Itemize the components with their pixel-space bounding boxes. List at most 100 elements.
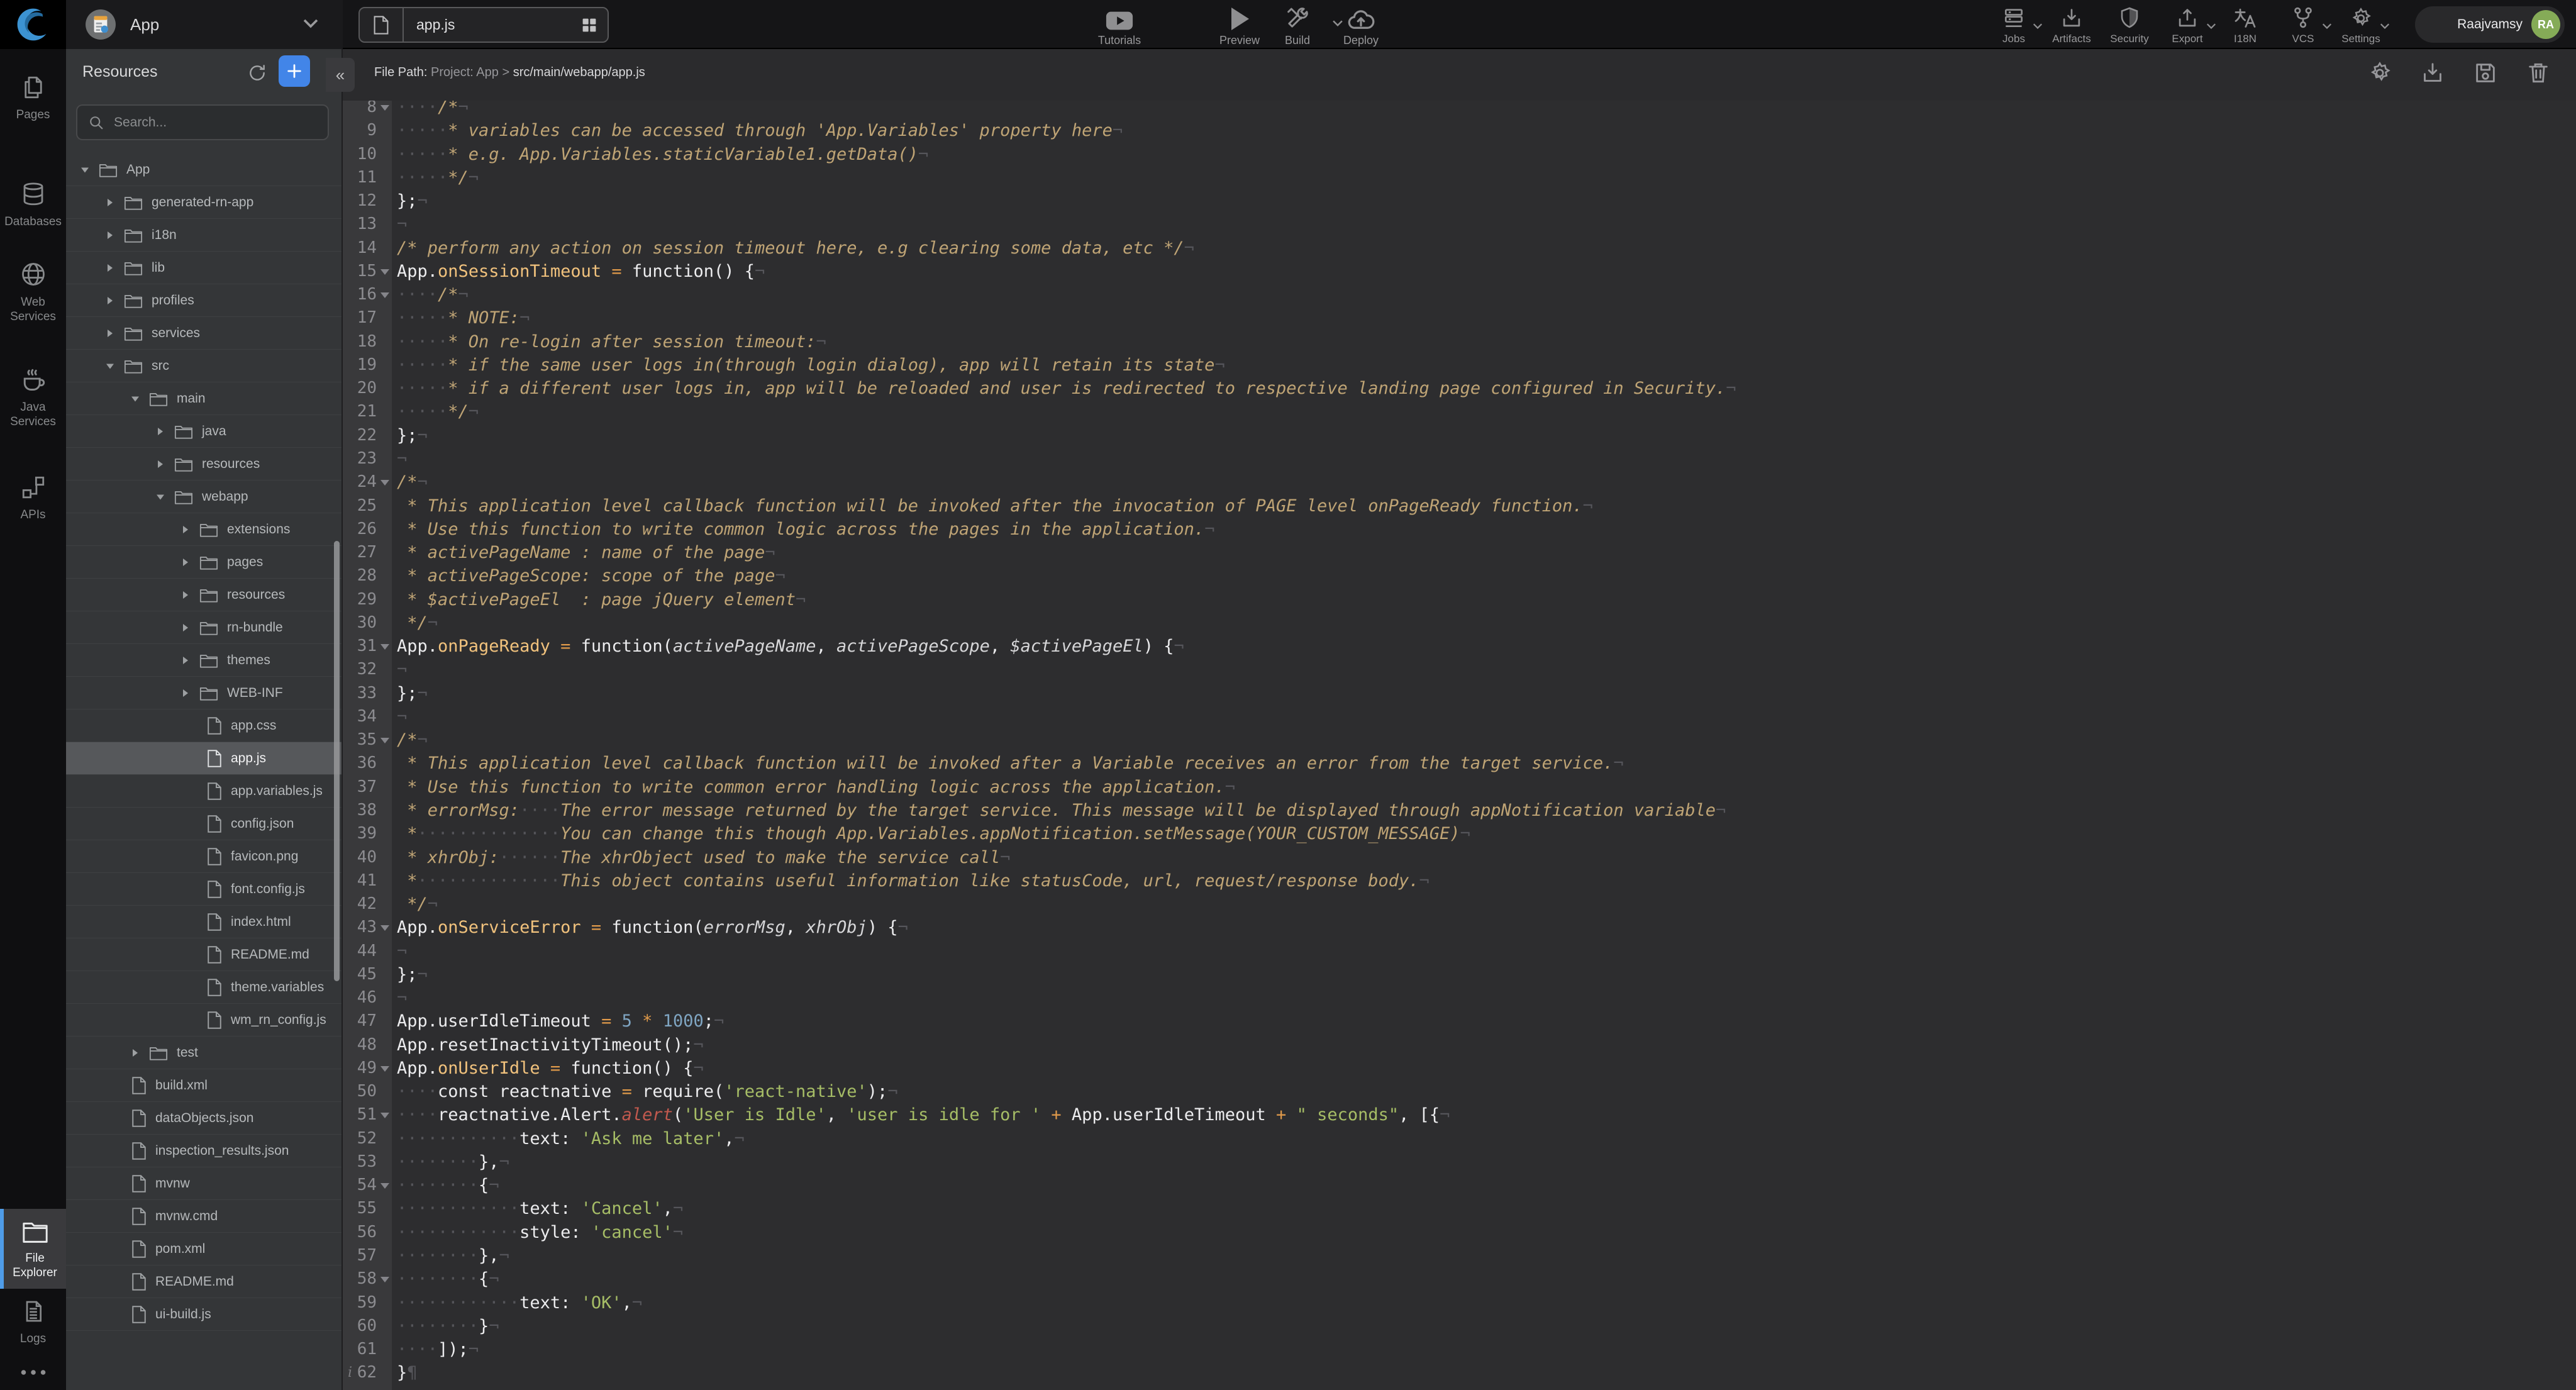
tree-row[interactable]: inspection_results.json: [66, 1135, 341, 1167]
code-line[interactable]: ········},¬: [397, 1244, 1736, 1267]
code-line[interactable]: App.onSessionTimeout = function() {¬: [397, 260, 1736, 283]
code-line[interactable]: ····reactnative.Alert.alert('User is Idl…: [397, 1103, 1736, 1126]
export-button[interactable]: Export: [2158, 4, 2216, 45]
code-line[interactable]: ············text: 'Ask me later',¬: [397, 1127, 1736, 1150]
code-line[interactable]: * Use this function to write common logi…: [397, 518, 1736, 541]
tree-row[interactable]: app.css: [66, 709, 341, 742]
tree-row[interactable]: resources: [66, 448, 341, 481]
code-line[interactable]: ············style: 'cancel'¬: [397, 1221, 1736, 1244]
collapse-panel-button[interactable]: «: [326, 58, 355, 92]
tree-row[interactable]: dataObjects.json: [66, 1102, 341, 1135]
fold-toggle-icon[interactable]: [380, 1066, 389, 1072]
panel-scrollbar[interactable]: [334, 541, 340, 981]
download-file-button[interactable]: [2420, 60, 2445, 86]
refresh-button[interactable]: [247, 63, 267, 86]
tree-row[interactable]: src: [66, 350, 341, 382]
code-line[interactable]: ¬: [397, 658, 1736, 681]
tree-row[interactable]: pom.xml: [66, 1233, 341, 1265]
code-line[interactable]: * xhrObj:······The xhrObject used to mak…: [397, 846, 1736, 869]
sidebar-item-databases[interactable]: Databases: [0, 177, 66, 229]
code-line[interactable]: /* perform any action on session timeout…: [397, 236, 1736, 260]
vcs-button[interactable]: VCS: [2274, 4, 2332, 45]
code-line[interactable]: ········{¬: [397, 1267, 1736, 1291]
tree-row[interactable]: main: [66, 382, 341, 415]
code-line[interactable]: * errorMsg:····The error message returne…: [397, 799, 1736, 822]
save-file-button[interactable]: [2473, 60, 2498, 86]
code-line[interactable]: App.userIdleTimeout = 5 * 1000;¬: [397, 1009, 1736, 1033]
code-line[interactable]: ·····*/¬: [397, 400, 1736, 423]
artifacts-button[interactable]: Artifacts: [2043, 4, 2101, 45]
tree-row[interactable]: App: [66, 153, 341, 186]
caret-down-icon[interactable]: [104, 360, 118, 372]
fold-toggle-icon[interactable]: [380, 925, 389, 931]
i18n-button[interactable]: I18N: [2216, 4, 2274, 45]
code-line[interactable]: }¶: [397, 1361, 1736, 1384]
caret-right-icon[interactable]: [179, 654, 193, 667]
code-line[interactable]: App.onServiceError = function(errorMsg, …: [397, 916, 1736, 939]
fold-toggle-icon[interactable]: [380, 105, 389, 111]
tree-row[interactable]: index.html: [66, 906, 341, 938]
fold-toggle-icon[interactable]: [380, 644, 389, 650]
code-line[interactable]: ····const reactnative = require('react-n…: [397, 1080, 1736, 1103]
fold-toggle-icon[interactable]: [380, 1277, 389, 1282]
delete-file-button[interactable]: [2526, 60, 2551, 86]
code-line[interactable]: };¬: [397, 189, 1736, 213]
code-line[interactable]: /*¬: [397, 470, 1736, 494]
tree-row[interactable]: profiles: [66, 284, 341, 317]
code-line[interactable]: App.onPageReady = function(activePageNam…: [397, 635, 1736, 658]
caret-right-icon[interactable]: [154, 425, 168, 438]
code-line[interactable]: ¬: [397, 986, 1736, 1009]
sidebar-item-apis[interactable]: APIs: [0, 470, 66, 522]
caret-down-icon[interactable]: [154, 491, 168, 503]
code-line[interactable]: ·····* e.g. App.Variables.staticVariable…: [397, 143, 1736, 166]
code-line[interactable]: };¬: [397, 963, 1736, 986]
caret-down-icon[interactable]: [129, 392, 143, 405]
code-line[interactable]: App.onUserIdle = function() {¬: [397, 1057, 1736, 1080]
code-line[interactable]: ············text: 'Cancel',¬: [397, 1197, 1736, 1220]
tree-row[interactable]: mvnw.cmd: [66, 1200, 341, 1233]
tree-row[interactable]: java: [66, 415, 341, 448]
code-line[interactable]: ········{¬: [397, 1174, 1736, 1197]
tree-row[interactable]: favicon.png: [66, 840, 341, 873]
code-line[interactable]: ·····* NOTE:¬: [397, 306, 1736, 330]
jobs-button[interactable]: Jobs: [1985, 4, 2043, 45]
caret-right-icon[interactable]: [179, 556, 193, 569]
caret-right-icon[interactable]: [104, 196, 118, 209]
code-line[interactable]: ········}¬: [397, 1315, 1736, 1338]
code-line[interactable]: ¬: [397, 705, 1736, 728]
security-button[interactable]: Security: [2101, 4, 2158, 45]
tree-row[interactable]: README.md: [66, 938, 341, 971]
tree-row[interactable]: app.js: [66, 742, 341, 775]
tab-app-js[interactable]: app.js: [358, 7, 609, 43]
tree-row[interactable]: mvnw: [66, 1167, 341, 1200]
fold-toggle-icon[interactable]: [380, 269, 389, 275]
sidebar-item-file-explorer[interactable]: File Explorer: [0, 1209, 66, 1289]
tree-row[interactable]: theme.variables: [66, 971, 341, 1004]
search-input[interactable]: [113, 114, 314, 131]
code-line[interactable]: ¬: [397, 940, 1736, 963]
caret-right-icon[interactable]: [179, 687, 193, 699]
tree-row[interactable]: webapp: [66, 481, 341, 513]
tree-row[interactable]: services: [66, 317, 341, 350]
caret-right-icon[interactable]: [179, 621, 193, 634]
fold-toggle-icon[interactable]: [380, 1183, 389, 1189]
grid-icon[interactable]: [581, 17, 597, 33]
code-line[interactable]: *··············You can change this thoug…: [397, 822, 1736, 845]
code-line[interactable]: * This application level callback functi…: [397, 494, 1736, 518]
code-line[interactable]: };¬: [397, 424, 1736, 447]
fold-toggle-icon[interactable]: [380, 292, 389, 298]
code-editor[interactable]: 8910111213141516171819202122232425262728…: [343, 101, 2576, 1390]
caret-right-icon[interactable]: [154, 458, 168, 470]
file-settings-button[interactable]: [2367, 60, 2392, 86]
code-line[interactable]: * activePageScope: scope of the page¬: [397, 564, 1736, 587]
tree-row[interactable]: i18n: [66, 219, 341, 252]
tree-row[interactable]: themes: [66, 644, 341, 677]
tree-row[interactable]: README.md: [66, 1265, 341, 1298]
tree-row[interactable]: test: [66, 1037, 341, 1069]
code-line[interactable]: ············text: 'OK',¬: [397, 1291, 1736, 1315]
caret-right-icon[interactable]: [104, 327, 118, 340]
code-line[interactable]: ·····* variables can be accessed through…: [397, 119, 1736, 142]
tree-row[interactable]: config.json: [66, 808, 341, 840]
caret-right-icon[interactable]: [104, 294, 118, 307]
code-line[interactable]: ·····* if a different user logs in, app …: [397, 377, 1736, 400]
